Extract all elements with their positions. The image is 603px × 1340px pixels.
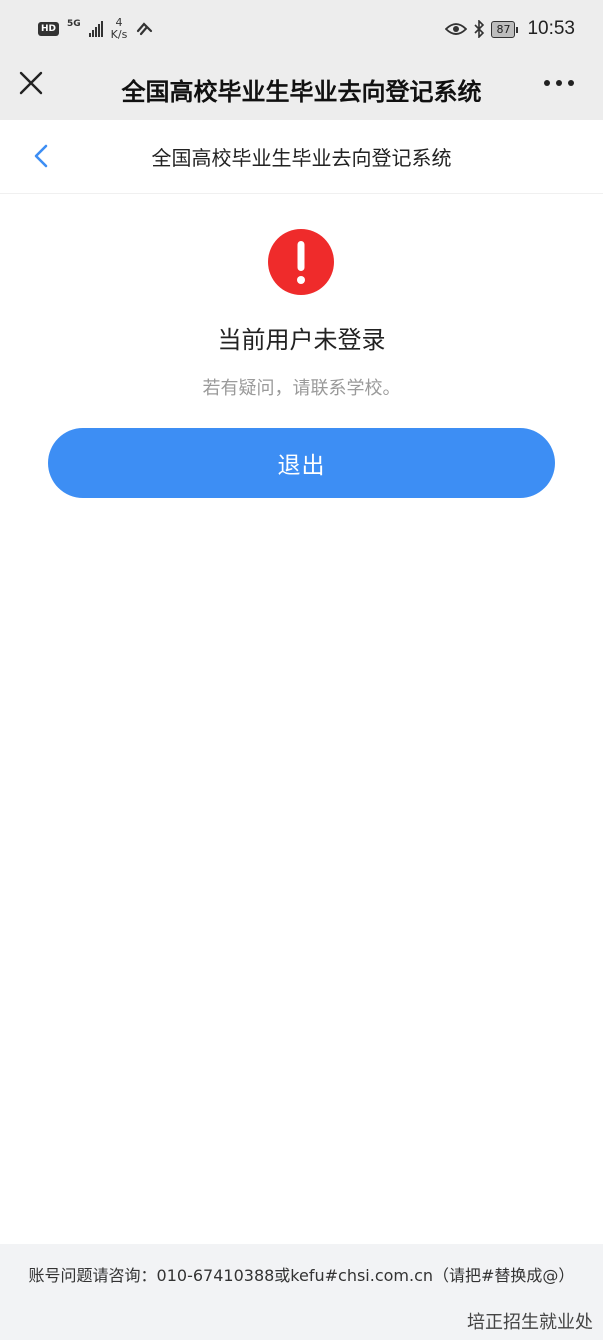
wechat-header: 全国高校毕业生毕业去向登记系统 xyxy=(0,58,603,120)
link-icon xyxy=(137,22,153,36)
alert-icon xyxy=(268,229,334,295)
clock: 10:53 xyxy=(527,18,575,39)
footer-contact: 账号问题请咨询：010-67410388或kefu#chsi.com.cn（请把… xyxy=(28,1266,575,1285)
signal-icon xyxy=(88,21,103,37)
page-title: 全国高校毕业生毕业去向登记系统 xyxy=(151,146,452,170)
more-icon[interactable] xyxy=(543,78,575,88)
chevron-left-icon[interactable] xyxy=(28,142,56,170)
status-right: 87 10:53 xyxy=(445,18,575,40)
status-left: HD 5G 4 K/s xyxy=(38,17,153,41)
logout-button[interactable]: 退出 xyxy=(48,428,555,498)
footer: 账号问题请咨询：010-67410388或kefu#chsi.com.cn（请把… xyxy=(0,1244,603,1340)
bluetooth-icon xyxy=(474,20,485,38)
net-speed: 4 K/s xyxy=(111,17,128,41)
message-subtitle: 若有疑问，请联系学校。 xyxy=(202,378,401,399)
page-nav: 全国高校毕业生毕业去向登记系统 xyxy=(0,120,603,194)
eye-icon xyxy=(445,23,468,35)
wechat-title: 全国高校毕业生毕业去向登记系统 xyxy=(121,77,482,106)
close-icon[interactable] xyxy=(18,70,44,96)
net-speed-unit: K/s xyxy=(110,28,128,41)
footer-org: 培正招生就业处 xyxy=(467,1312,593,1333)
battery-icon: 87 xyxy=(491,20,519,38)
status-bar: HD 5G 4 K/s 87 10:53 xyxy=(0,0,603,58)
page: HD 5G 4 K/s 87 10:53 全国高校毕业生毕业去向登记系统 全国高… xyxy=(0,0,603,1340)
network-type: 5G xyxy=(67,19,81,29)
hd-badge: HD xyxy=(38,22,60,36)
message-title: 当前用户未登录 xyxy=(217,326,386,354)
